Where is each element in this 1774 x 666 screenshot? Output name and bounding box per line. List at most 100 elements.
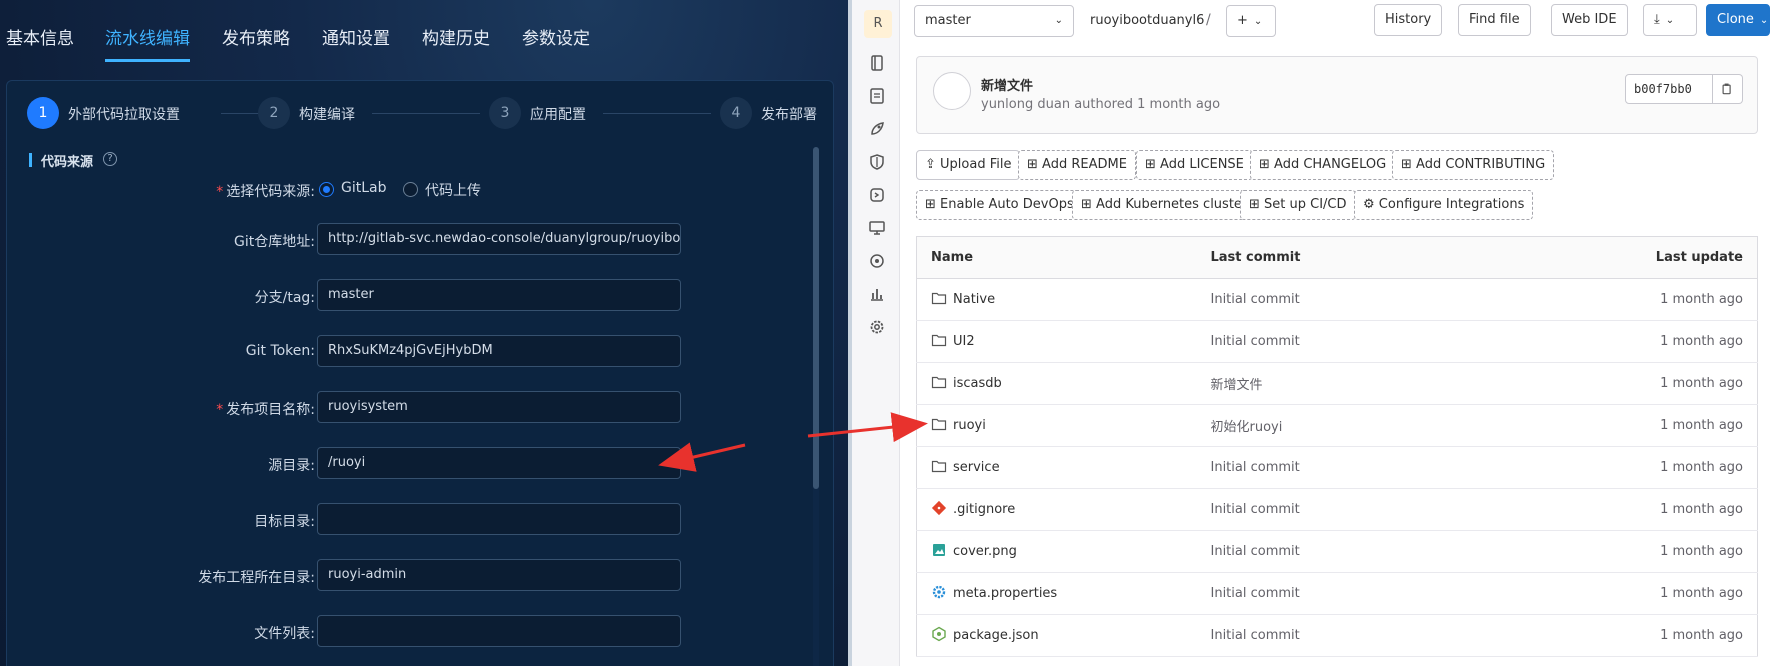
analytics-chart-icon[interactable] [868,285,886,303]
project-name-input[interactable]: ruoyisystem [317,391,681,423]
last-commit-cell[interactable]: Initial commit [1196,278,1497,321]
last-update-cell: 1 month ago [1496,530,1758,573]
table-row[interactable]: service Initial commit 1 month ago [916,446,1758,489]
file-name-cell[interactable]: service [916,446,1197,489]
file-name-cell[interactable]: Native [916,278,1197,321]
last-commit-cell[interactable]: 初始化ruoyi [1196,404,1497,447]
deploy-rocket-icon[interactable] [868,120,886,138]
clone-button[interactable]: Clone ⌄ [1706,4,1770,36]
file-name-cell[interactable]: ruoyi [916,404,1197,447]
download-button[interactable]: ⤓ ⌄ [1643,4,1697,36]
file-name[interactable]: cover.png [953,544,1017,559]
table-row[interactable]: meta.properties Initial commit 1 month ago [916,572,1758,615]
field-row-branch: 分支/tag: master [7,279,835,313]
radio-code-upload[interactable] [403,182,418,197]
git-url-input[interactable]: http://gitlab-svc.newdao-console/duanylg… [317,223,681,255]
find-file-button[interactable]: Find file [1458,4,1531,36]
branch-selector[interactable]: master ⌄ [914,5,1074,37]
branch-input[interactable]: master [317,279,681,311]
last-commit-cell[interactable]: Initial commit [1196,446,1497,489]
last-update-cell: 1 month ago [1496,614,1758,657]
tab-parameter-settings[interactable]: 参数设定 [522,24,590,49]
add-kubernetes-cluster-button[interactable]: ⊞ Add Kubernetes cluster [1072,190,1257,220]
enable-auto-devops-button[interactable]: ⊞ Enable Auto DevOps [916,190,1083,220]
add-contributing-button[interactable]: ⊞ Add CONTRIBUTING [1392,150,1555,180]
last-commit-cell[interactable]: Initial commit [1196,572,1497,615]
last-update-cell: 1 month ago [1496,278,1758,321]
plus-box-icon: ⊞ [1401,157,1417,172]
copy-sha-button[interactable] [1713,74,1743,104]
file-name-cell[interactable]: meta.properties [916,572,1197,615]
file-list-input[interactable] [317,615,681,647]
file-name[interactable]: package.json [953,628,1039,643]
help-icon[interactable]: ? [103,152,117,166]
file-name-cell[interactable]: cover.png [916,530,1197,573]
upload-icon: ⇪ [925,157,941,172]
field-row-git-token: Git Token: RhxSuKMz4pjGvEjHybDM [7,335,835,369]
radio-code-upload-label[interactable]: 代码上传 [425,180,481,200]
field-label: 分支/tag: [254,290,315,306]
history-button[interactable]: History [1374,4,1443,36]
tab-release-strategy[interactable]: 发布策略 [222,24,290,49]
web-ide-button[interactable]: Web IDE [1551,4,1628,36]
step-4[interactable]: 4 发布部署 [720,97,830,129]
monitor-icon[interactable] [868,219,886,237]
file-name[interactable]: ruoyi [953,418,986,433]
file-name-cell[interactable]: iscasdb [916,362,1197,405]
file-name[interactable]: Native [953,292,995,307]
file-name[interactable]: meta.properties [953,586,1057,601]
step-3[interactable]: 3 应用配置 [489,97,711,129]
commit-sha[interactable]: b00f7bb0 [1625,74,1713,104]
security-shield-icon[interactable] [868,153,886,171]
table-row[interactable]: UI2 Initial commit 1 month ago [916,320,1758,363]
file-name-cell[interactable]: package.json [916,614,1197,657]
step-1[interactable]: 1 外部代码拉取设置 [27,97,266,129]
file-name-cell[interactable]: .gitignore [916,488,1197,531]
table-row[interactable]: iscasdb 新增文件 1 month ago [916,362,1758,405]
commit-title[interactable]: 新增文件 [981,75,1033,94]
file-name[interactable]: service [953,460,1000,475]
repository-icon[interactable] [868,54,886,72]
deployments-icon[interactable] [868,186,886,204]
last-commit-cell[interactable]: Initial commit [1196,488,1497,531]
table-row[interactable]: Native Initial commit 1 month ago [916,278,1758,321]
table-row[interactable]: cover.png Initial commit 1 month ago [916,530,1758,573]
author-avatar[interactable] [933,72,971,110]
configure-integrations-button[interactable]: ⚙ Configure Integrations [1354,190,1534,220]
project-avatar[interactable]: R [864,10,892,38]
last-commit-cell[interactable]: Initial commit [1196,320,1497,363]
tab-notification-settings[interactable]: 通知设置 [322,24,390,49]
code-source-row: * 选择代码来源: GitLab 代码上传 [7,173,835,207]
file-name[interactable]: iscasdb [953,376,1002,391]
step-2[interactable]: 2 构建编译 [258,97,480,129]
settings-gear-icon[interactable] [868,318,886,336]
upload-file-button[interactable]: ⇪ Upload File [916,150,1021,180]
infrastructure-icon[interactable] [868,252,886,270]
add-dropdown-button[interactable]: + ⌄ [1226,5,1276,37]
tab-build-history[interactable]: 构建历史 [422,24,490,49]
file-name[interactable]: .gitignore [953,502,1015,517]
last-commit-cell[interactable]: Initial commit [1196,530,1497,573]
radio-gitlab[interactable] [319,182,334,197]
tab-basic-info[interactable]: 基本信息 [6,24,74,49]
table-row[interactable]: .gitignore Initial commit 1 month ago [916,488,1758,531]
setup-ci-cd-button[interactable]: ⊞ Set up CI/CD [1240,190,1356,220]
add-changelog-button[interactable]: ⊞ Add CHANGELOG [1250,150,1396,180]
add-license-button[interactable]: ⊞ Add LICENSE [1136,150,1253,180]
project-dir-input[interactable]: ruoyi-admin [317,559,681,591]
scrollbar-thumb[interactable] [813,147,819,489]
target-dir-input[interactable] [317,503,681,535]
tab-pipeline-edit[interactable]: 流水线编辑 [105,24,190,49]
file-name-cell[interactable]: UI2 [916,320,1197,363]
table-row[interactable]: package.json Initial commit 1 month ago [916,614,1758,657]
breadcrumb-project[interactable]: ruoyibootduanyl6 [1090,13,1204,28]
last-commit-cell[interactable]: Initial commit [1196,614,1497,657]
table-row[interactable]: ruoyi 初始化ruoyi 1 month ago [916,404,1758,447]
add-readme-button[interactable]: ⊞ Add README [1018,150,1136,180]
file-name[interactable]: UI2 [953,334,975,349]
last-commit-cell[interactable]: 新增文件 [1196,362,1497,405]
git-token-input[interactable]: RhxSuKMz4pjGvEjHybDM [317,335,681,367]
radio-gitlab-label[interactable]: GitLab [341,180,387,196]
source-dir-input[interactable]: /ruoyi [317,447,681,479]
issues-icon[interactable] [868,87,886,105]
